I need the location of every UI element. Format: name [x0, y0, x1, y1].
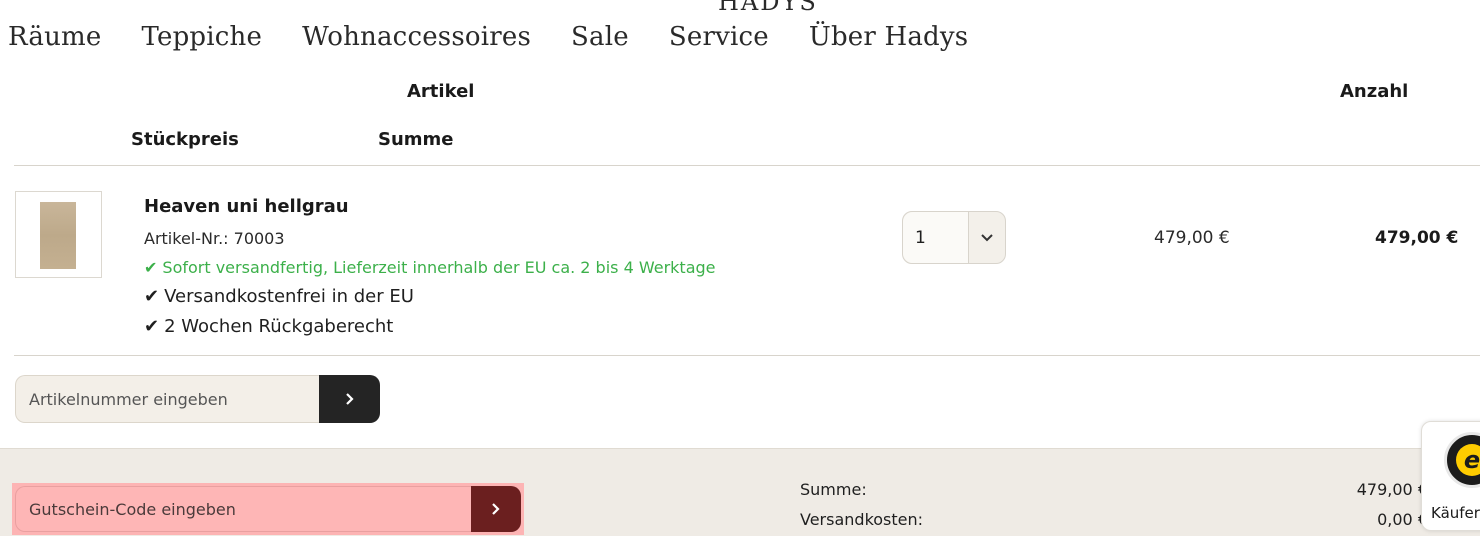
feature-shipping-ready-text: Sofort versandfertig, Lieferzeit innerha… [162, 258, 716, 277]
voucher-code-input[interactable] [15, 486, 471, 532]
nav-item-ueber-hadys[interactable]: Über Hadys [809, 22, 969, 52]
article-number-submit-button[interactable] [319, 375, 380, 423]
header-quantity: Anzahl [1340, 81, 1409, 102]
trusted-shops-badge[interactable]: e Käufer [1421, 421, 1480, 531]
nav-item-service[interactable]: Service [669, 22, 769, 52]
quantity-value[interactable]: 1 [903, 212, 969, 263]
table-header-divider [14, 165, 1480, 166]
subtotal-label: Summe: [800, 480, 867, 499]
item-divider [14, 355, 1480, 356]
chevron-right-icon [492, 503, 500, 515]
check-icon: ✔ [144, 258, 158, 277]
trusted-badge-label: Käufer [1431, 504, 1480, 522]
feature-return-policy-text: 2 Wochen Rückgaberecht [164, 316, 394, 337]
feature-return-policy: ✔ 2 Wochen Rückgaberecht [144, 316, 393, 337]
shipping-label: Versandkosten: [800, 510, 924, 529]
check-icon: ✔ [144, 316, 160, 337]
product-name[interactable]: Heaven uni hellgrau [144, 196, 349, 217]
feature-free-shipping: ✔ Versandkostenfrei in der EU [144, 286, 414, 307]
brand-logo-partial[interactable]: HADYS [718, 0, 818, 16]
header-article: Artikel [407, 81, 475, 102]
product-thumbnail[interactable] [15, 191, 102, 278]
trusted-shops-seal-icon: e [1444, 432, 1480, 488]
header-unit-price: Stückpreis [131, 129, 239, 150]
feature-shipping-ready: ✔ Sofort versandfertig, Lieferzeit innerh… [144, 258, 716, 277]
feature-free-shipping-text: Versandkostenfrei in der EU [164, 286, 414, 307]
check-icon: ✔ [144, 286, 160, 307]
header-sum: Summe [378, 129, 454, 150]
chevron-down-icon[interactable] [969, 212, 1005, 263]
nav-item-raeume[interactable]: Räume [8, 22, 101, 52]
nav-item-wohnaccessoires[interactable]: Wohnaccessoires [302, 22, 531, 52]
nav-item-sale[interactable]: Sale [571, 22, 629, 52]
voucher-submit-button[interactable] [471, 486, 521, 532]
chevron-right-icon [345, 393, 354, 405]
quantity-select[interactable]: 1 [902, 211, 1006, 264]
product-article-number: Artikel-Nr.: 70003 [144, 229, 285, 248]
rug-image [40, 202, 76, 269]
article-number-form [15, 375, 380, 423]
article-number-input[interactable] [15, 375, 320, 423]
voucher-form [12, 483, 524, 535]
main-navigation: Räume Teppiche Wohnaccessoires Sale Serv… [8, 22, 1008, 52]
item-total-price: 479,00 € [1375, 228, 1459, 248]
subtotal-value: 479,00 € [1356, 480, 1428, 499]
nav-item-teppiche[interactable]: Teppiche [141, 22, 262, 52]
item-unit-price: 479,00 € [1154, 228, 1230, 248]
